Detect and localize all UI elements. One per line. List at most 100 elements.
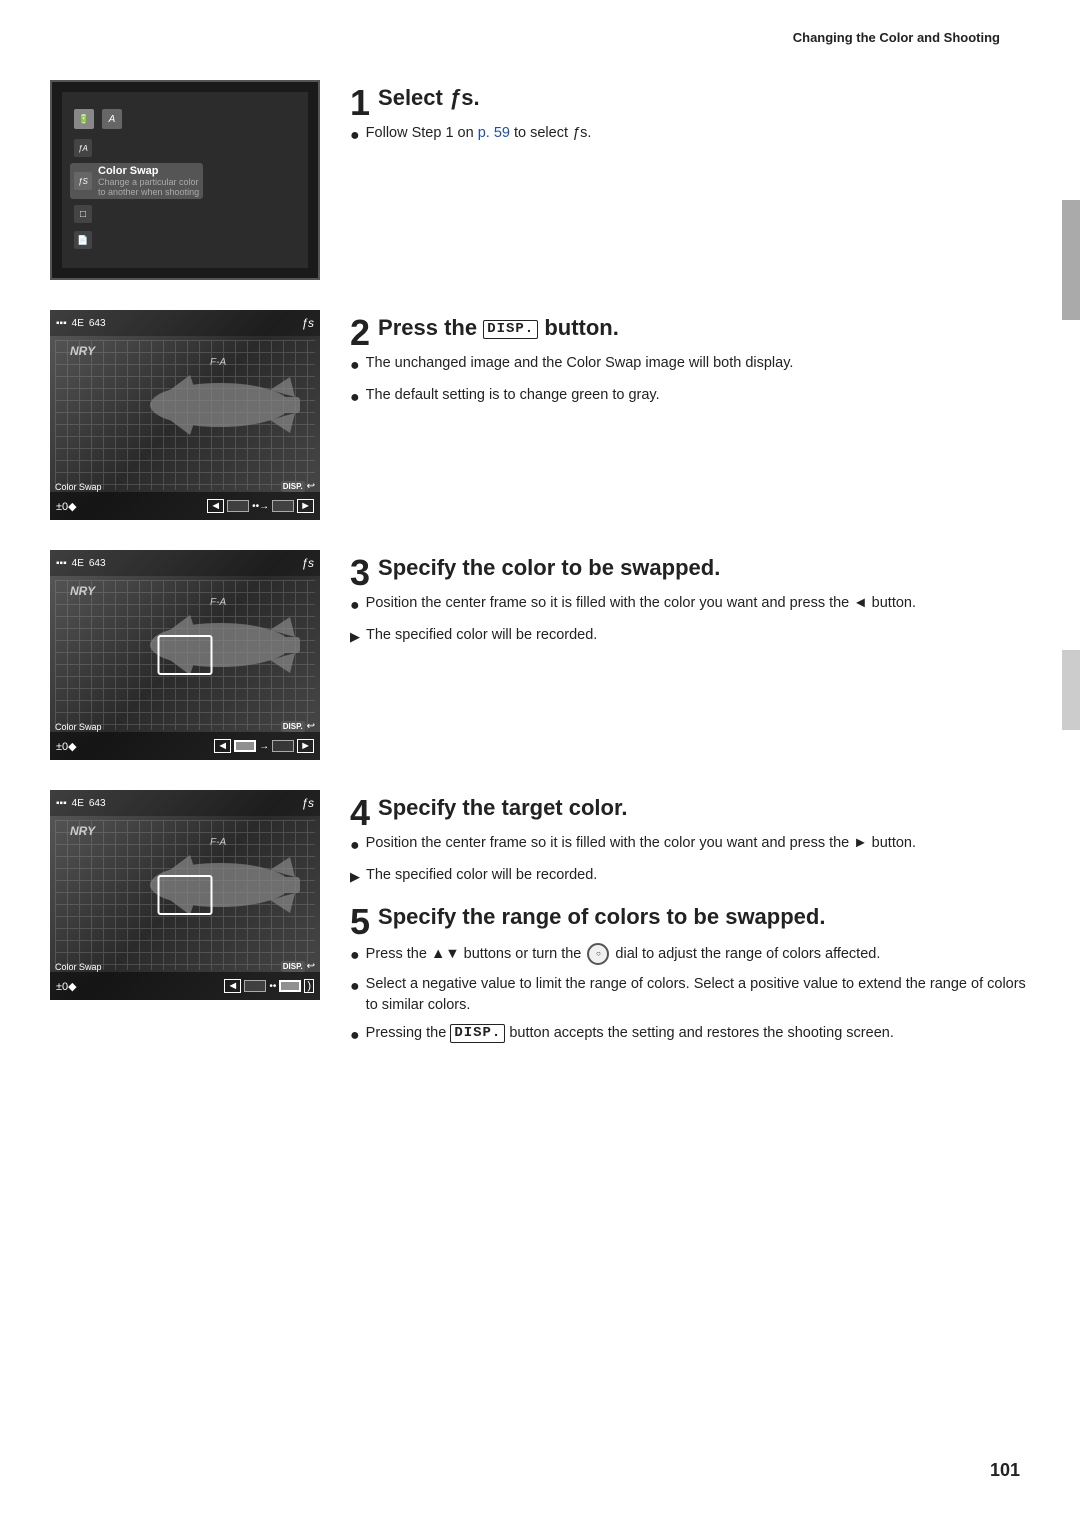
page-container: Changing the Color and Shooting 🔋 A (0, 0, 1080, 1521)
step-2-bullet-2: ● The default setting is to change green… (350, 385, 1030, 409)
step-5-bullet-1: ● Press the ▲▼ buttons or turn the ○ dia… (350, 943, 1030, 967)
svg-text:F-A: F-A (210, 357, 226, 368)
step4-dots: •• (269, 981, 276, 992)
step-5-text-1: Press the ▲▼ buttons or turn the ○ dial … (366, 943, 881, 965)
step4-bottom-controls: ◄ •• ) (224, 979, 314, 993)
svg-text:NRY: NRY (70, 584, 96, 598)
step-4-text-2: The specified color will be recorded. (366, 865, 597, 886)
step-3-text: 3 Specify the color to be swapped. ● Pos… (350, 550, 1030, 653)
step2-square2 (272, 500, 294, 512)
bullet-circle-5-3: ● (350, 1024, 360, 1047)
color-swap-title: Color Swap (98, 165, 199, 177)
step-1-text-1: Follow Step 1 on p. 59 to select ƒs. (366, 123, 592, 144)
step-2-bullet-1: ● The unchanged image and the Color Swap… (350, 353, 1030, 377)
bullet-circle-1: ● (350, 124, 360, 147)
dial-icon: ○ (587, 943, 609, 965)
step-1-number: 1 (350, 85, 370, 121)
step4-card: 4E (72, 798, 84, 809)
step3-reticle (158, 635, 213, 675)
step-4-title: Specify the target color. (378, 795, 627, 821)
page-header: Changing the Color and Shooting (50, 30, 1030, 45)
step3-disp-btn: DISP. (281, 721, 305, 732)
step4-square-filled (279, 980, 301, 992)
step-3-bullet-2: ▶ The specified color will be recorded. (350, 625, 1030, 647)
step4-disp-btn: DISP. (281, 961, 305, 972)
step-4-bullet-1: ● Position the center frame so it is fil… (350, 833, 1030, 857)
step4-bottom-bar: ±0◆ ◄ •• ) (50, 972, 320, 1000)
step2-disp-btn: DISP. (281, 481, 305, 492)
step4-reticle (158, 875, 213, 915)
bullet-circle-2-2: ● (350, 386, 360, 409)
step4-camera-view: NRY F-A ▪▪▪ 4E 643 ƒs Color Swap (50, 790, 320, 1000)
step-2-image: NRY F-A ▪▪▪ 4E 643 ƒs Color Swap (50, 310, 320, 520)
step3-colorswap-label: Color Swap (55, 722, 102, 732)
step2-colorswap-label: Color Swap (55, 482, 102, 492)
menu-item-doc: 📄 (70, 229, 96, 251)
step1-camera-screen: 🔋 A ƒA (50, 80, 320, 280)
step2-camera-view: NRY F-A ▪▪▪ 4E 643 ƒs Color Swap (50, 310, 320, 520)
step4-square1 (244, 980, 266, 992)
step-1-bullet-1: ● Follow Step 1 on p. 59 to select ƒs. (350, 123, 1030, 147)
menu-item-1: ƒA (70, 137, 96, 159)
step2-dots: ••→ (252, 501, 269, 512)
bullet-arrow-4-2: ▶ (350, 868, 360, 887)
step4-left-arrow: ◄ (224, 979, 241, 993)
step2-mode-icon: ƒs (301, 316, 314, 330)
step3-arrow-right: → (259, 741, 269, 752)
step3-shots: 643 (89, 558, 106, 569)
step-2-number: 2 (350, 315, 370, 351)
step3-battery: ▪▪▪ (56, 558, 67, 569)
color-swap-desc: Change a particular color (98, 177, 199, 187)
step4-disp-area: DISP. ↩ (281, 961, 315, 972)
step3-disp-area: DISP. ↩ (281, 721, 315, 732)
step2-left-arrow: ◄ (207, 499, 224, 513)
content-area: 🔋 A ƒA (50, 80, 1030, 1084)
step2-ev: ±0◆ (56, 500, 77, 513)
step-5-number: 5 (350, 904, 370, 940)
step-4-bullet-2: ▶ The specified color will be recorded. (350, 865, 1030, 887)
step2-bottom-controls: ◄ ••→ ► (207, 499, 314, 513)
step3-camera-view: NRY F-A ▪▪▪ 4E 643 ƒs Color Swap (50, 550, 320, 760)
step3-left-arrow: ◄ (214, 739, 231, 753)
step-1-link[interactable]: p. 59 (478, 125, 510, 141)
step-4-title-container: 4 Specify the target color. (350, 795, 1030, 833)
menu-items-container: 🔋 A ƒA (62, 92, 308, 268)
step3-return-icon: ↩ (307, 721, 315, 732)
bullet-circle-2-1: ● (350, 354, 360, 377)
step3-ev: ±0◆ (56, 740, 77, 753)
step-4-image: NRY F-A ▪▪▪ 4E 643 ƒs Color Swap (50, 790, 320, 1000)
svg-text:NRY: NRY (70, 824, 96, 838)
menu-icon-battery: 🔋 (74, 109, 94, 129)
step-3-image: NRY F-A ▪▪▪ 4E 643 ƒs Color Swap (50, 550, 320, 760)
step4-shots: 643 (89, 798, 106, 809)
step-1-title-container: 1 Select ƒs. (350, 85, 1030, 123)
step3-square2 (272, 740, 294, 752)
step-2-text-2: The default setting is to change green t… (366, 385, 660, 406)
step2-disp-inline: DISP. (483, 320, 538, 339)
step-3-text-1: Position the center frame so it is fille… (366, 593, 916, 614)
step-2-title-container: 2 Press the DISP. button. (350, 315, 1030, 353)
menu-icon-doc: 📄 (74, 231, 92, 249)
bullet-circle-5-1: ● (350, 944, 360, 967)
step-3-text-2: The specified color will be recorded. (366, 625, 597, 646)
step-4-number: 4 (350, 795, 370, 831)
svg-text:F-A: F-A (210, 597, 226, 608)
step-1-row: 🔋 A ƒA (50, 80, 1030, 280)
step3-card: 4E (72, 558, 84, 569)
step4-top-left: ▪▪▪ 4E 643 (56, 798, 106, 809)
step-2-text: 2 Press the DISP. button. ● The unchange… (350, 310, 1030, 416)
step4-colorswap-label: Color Swap (55, 962, 102, 972)
step3-square-filled (234, 740, 256, 752)
side-tab-lower (1062, 650, 1080, 730)
step2-card: 4E (72, 318, 84, 329)
step-2-row: NRY F-A ▪▪▪ 4E 643 ƒs Color Swap (50, 310, 1030, 520)
menu-icon-flash: A (102, 109, 122, 129)
bullet-circle-5-2: ● (350, 975, 360, 998)
step-4-text-1: Position the center frame so it is fille… (366, 833, 916, 854)
step-3-title-container: 3 Specify the color to be swapped. (350, 555, 1030, 593)
step-5-text-3: Pressing the DISP. button accepts the se… (366, 1023, 894, 1044)
header-title: Changing the Color and Shooting (793, 30, 1000, 45)
step3-top-left: ▪▪▪ 4E 643 (56, 558, 106, 569)
step-3-row: NRY F-A ▪▪▪ 4E 643 ƒs Color Swap (50, 550, 1030, 760)
step2-right-arrow: ► (297, 499, 314, 513)
